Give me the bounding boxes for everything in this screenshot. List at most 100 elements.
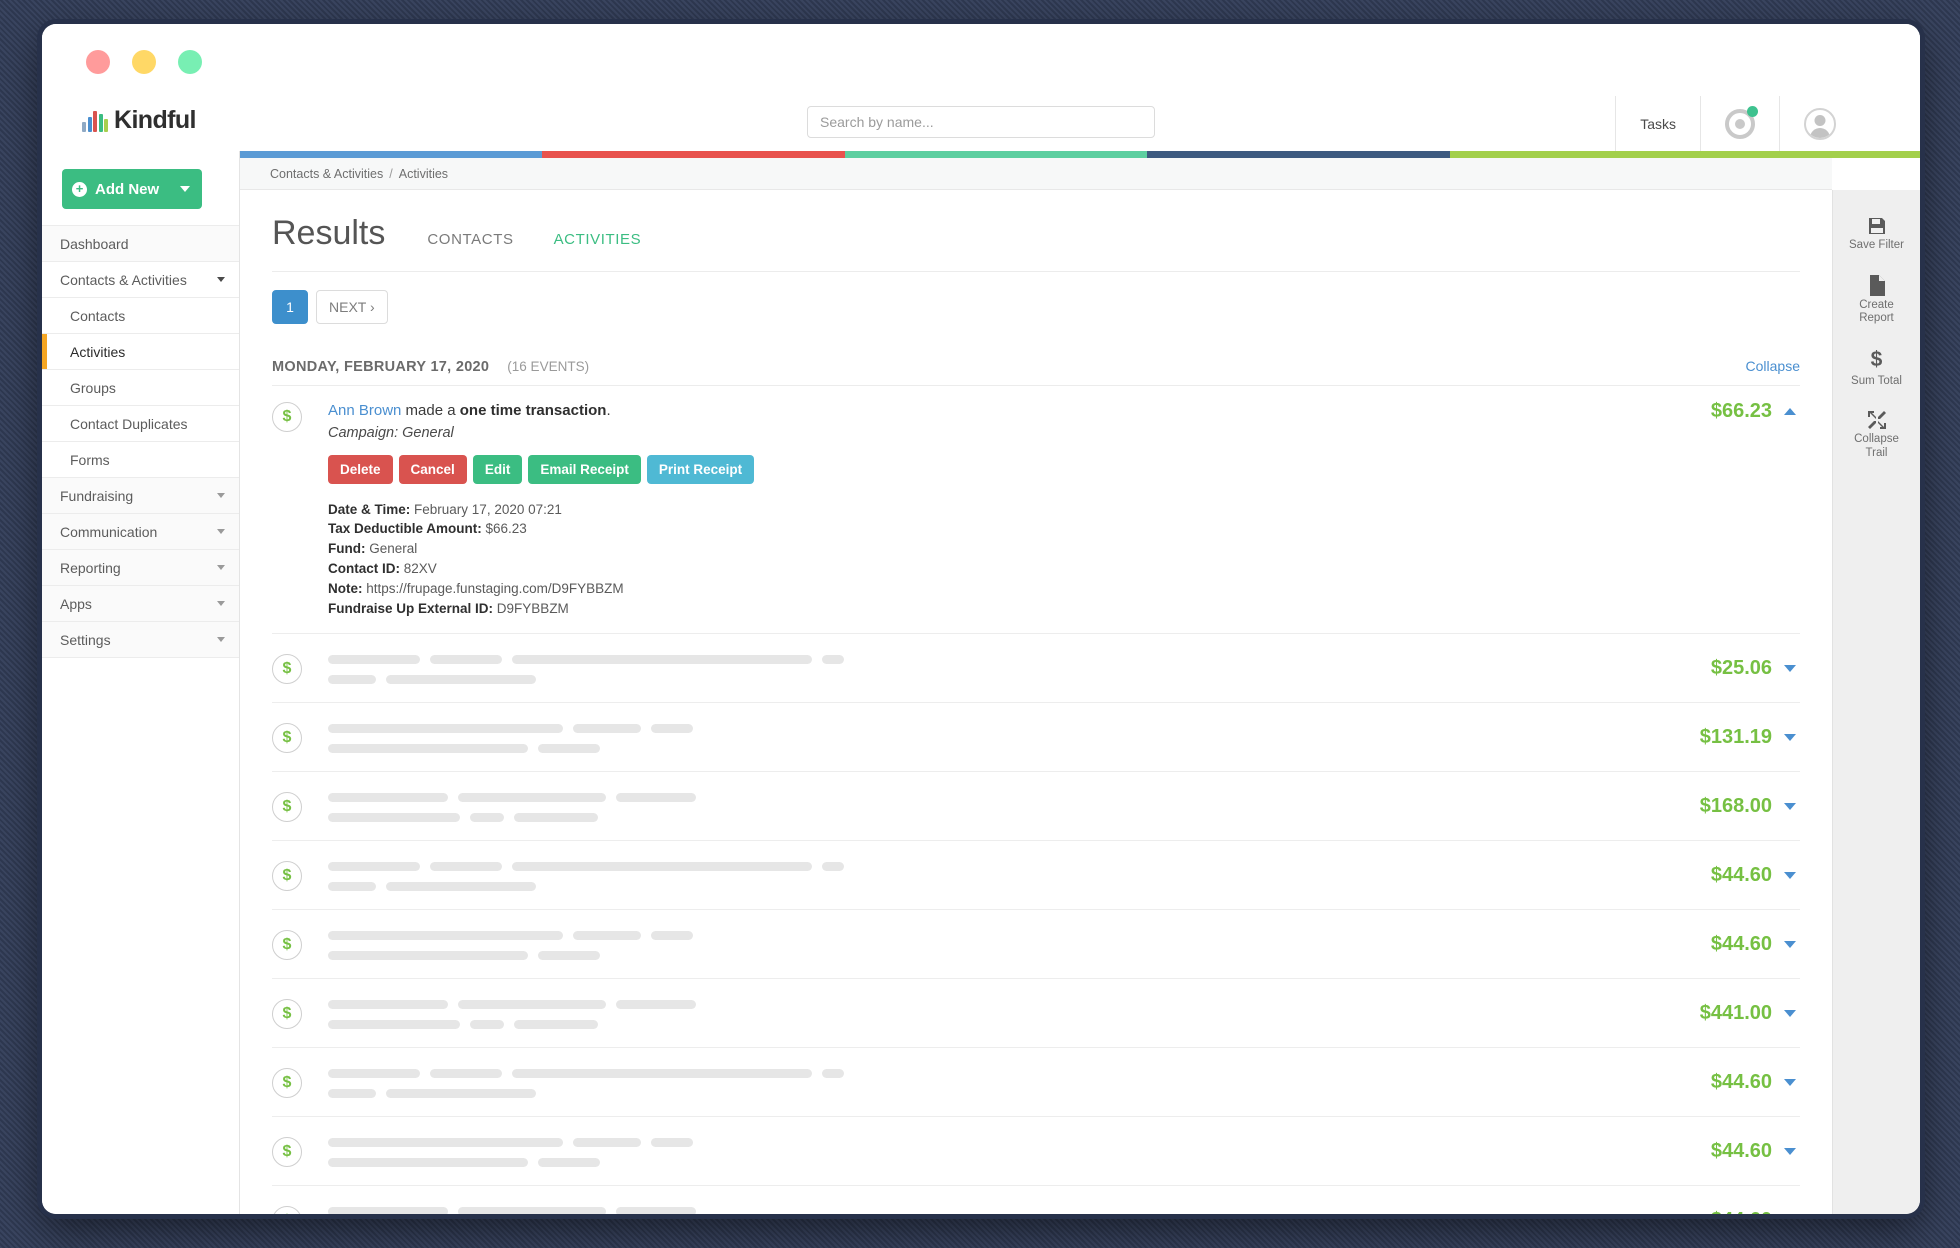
activity-row[interactable]: $ $44.60 bbox=[272, 910, 1800, 980]
notifications-button[interactable] bbox=[1700, 96, 1779, 151]
chevron-down-icon[interactable] bbox=[1784, 733, 1796, 741]
placeholder-line bbox=[328, 792, 1610, 802]
placeholder-bar bbox=[573, 723, 641, 733]
email-receipt-button[interactable]: Email Receipt bbox=[528, 454, 641, 484]
sidebar-item-dashboard[interactable]: Dashboard bbox=[42, 226, 239, 262]
detail-value: https://frupage.funstaging.com/D9FYBBZM bbox=[362, 581, 624, 597]
activity-details: Date & Time: February 17, 2020 07:21 Tax … bbox=[328, 500, 1610, 620]
sidebar-item-contact-duplicates[interactable]: Contact Duplicates bbox=[42, 406, 239, 442]
activity-amount: $131.19 bbox=[1699, 725, 1772, 748]
placeholder-bar bbox=[514, 1019, 598, 1029]
sidebar-item-contacts-activities[interactable]: Contacts & Activities bbox=[42, 262, 239, 298]
placeholder-line bbox=[328, 861, 1610, 871]
sidebar-item-forms[interactable]: Forms bbox=[42, 442, 239, 478]
detail-value: February 17, 2020 07:21 bbox=[410, 501, 562, 517]
sidebar-item-fundraising[interactable]: Fundraising bbox=[42, 478, 239, 514]
chevron-up-icon[interactable] bbox=[1784, 408, 1796, 415]
tab-activities[interactable]: ACTIVITIES bbox=[554, 231, 642, 252]
activity-row[interactable]: $ $44.60 bbox=[272, 1117, 1800, 1187]
chevron-down-icon[interactable] bbox=[1784, 940, 1796, 948]
detail-label: Fundraise Up External ID: bbox=[328, 601, 494, 617]
activity-row[interactable]: $ $25.06 bbox=[272, 634, 1800, 704]
placeholder-line bbox=[328, 654, 1610, 664]
activity-row[interactable]: $ $44.60 bbox=[272, 1186, 1800, 1214]
collapse-all-link[interactable]: Collapse bbox=[1746, 358, 1800, 374]
sidebar-item-activities[interactable]: Activities bbox=[42, 334, 239, 370]
activity-row[interactable]: $ $168.00 bbox=[272, 772, 1800, 842]
chevron-down-icon[interactable] bbox=[1784, 802, 1796, 810]
activity-row[interactable]: $ $44.60 bbox=[272, 841, 1800, 911]
account-menu-button[interactable] bbox=[1779, 96, 1860, 151]
collapse-trail-icon bbox=[1867, 410, 1887, 430]
edit-button[interactable]: Edit bbox=[472, 454, 523, 484]
placeholder-line bbox=[328, 812, 1610, 822]
search-input[interactable] bbox=[807, 106, 1155, 138]
delete-button[interactable]: Delete bbox=[328, 454, 393, 484]
sidebar-item-label: Activities bbox=[70, 343, 126, 360]
dollar-circle-icon: $ bbox=[272, 1137, 302, 1168]
placeholder-bar bbox=[512, 1068, 812, 1078]
kindful-logo[interactable]: Kindful bbox=[82, 106, 196, 135]
sidebar-item-label: Dashboard bbox=[60, 235, 129, 252]
placeholder-bar bbox=[328, 861, 420, 871]
tool-label: Save Filter bbox=[1849, 239, 1904, 251]
detail-value: D9FYBBZM bbox=[493, 601, 569, 617]
detail-value: General bbox=[365, 541, 418, 557]
activity-row-placeholder bbox=[302, 1136, 1610, 1167]
sidebar-item-settings[interactable]: Settings bbox=[42, 622, 239, 658]
activity-amount: $66.23 bbox=[1710, 400, 1772, 422]
tool-sum-total[interactable]: $ Sum Total bbox=[1833, 348, 1920, 388]
maximize-window-button[interactable] bbox=[178, 50, 202, 74]
activity-row-placeholder bbox=[302, 929, 1610, 960]
activity-row[interactable]: $ $44.60 bbox=[272, 1048, 1800, 1118]
chevron-down-icon[interactable] bbox=[1784, 1078, 1796, 1086]
placeholder-bar bbox=[430, 654, 502, 664]
dollar-circle-icon: $ bbox=[272, 792, 302, 823]
activity-row[interactable]: $ $131.19 bbox=[272, 703, 1800, 773]
chevron-down-icon[interactable] bbox=[1784, 1147, 1796, 1155]
cancel-button[interactable]: Cancel bbox=[398, 454, 467, 484]
chevron-down-icon bbox=[217, 637, 225, 642]
add-new-wrap: + Add New bbox=[42, 151, 239, 226]
placeholder-line bbox=[328, 1206, 1610, 1214]
add-new-button[interactable]: + Add New bbox=[62, 169, 202, 209]
minimize-window-button[interactable] bbox=[132, 50, 156, 74]
activity-actions: Delete Cancel Edit Email Receipt Print Recei… bbox=[328, 454, 1610, 484]
placeholder-bar bbox=[573, 930, 641, 940]
contact-name-link[interactable]: Ann Brown bbox=[328, 402, 401, 419]
next-page-button[interactable]: NEXT › bbox=[316, 290, 388, 324]
page-button-1[interactable]: 1 bbox=[272, 290, 308, 324]
activity-amount: $44.60 bbox=[1710, 863, 1772, 886]
detail-date-time: Date & Time: February 17, 2020 07:21 bbox=[328, 500, 1610, 520]
sidebar-nav: Dashboard Contacts & Activities Contacts Ac… bbox=[42, 226, 239, 658]
chevron-down-icon bbox=[217, 493, 225, 498]
chevron-down-icon[interactable] bbox=[1784, 871, 1796, 879]
placeholder-bar bbox=[328, 1157, 528, 1167]
sidebar-item-groups[interactable]: Groups bbox=[42, 370, 239, 406]
chevron-down-icon[interactable] bbox=[1784, 1009, 1796, 1017]
activity-row[interactable]: $ $441.00 bbox=[272, 979, 1800, 1049]
tab-contacts[interactable]: CONTACTS bbox=[427, 231, 513, 252]
sidebar-item-communication[interactable]: Communication bbox=[42, 514, 239, 550]
placeholder-bar bbox=[328, 950, 528, 960]
tool-collapse-trail[interactable]: Collapse Trail bbox=[1833, 410, 1920, 460]
detail-value: 82XV bbox=[400, 561, 437, 577]
close-window-button[interactable] bbox=[86, 50, 110, 74]
sidebar-item-apps[interactable]: Apps bbox=[42, 586, 239, 622]
activity-row-placeholder bbox=[302, 998, 1610, 1029]
tool-create-report[interactable]: Create Report bbox=[1833, 274, 1920, 326]
sidebar-item-reporting[interactable]: Reporting bbox=[42, 550, 239, 586]
sidebar-item-contacts[interactable]: Contacts bbox=[42, 298, 239, 334]
detail-contact-id: Contact ID: 82XV bbox=[328, 559, 1610, 579]
pagination: 1 NEXT › bbox=[240, 272, 1832, 324]
tool-save-filter[interactable]: Save Filter bbox=[1833, 216, 1920, 253]
activity-amount-col: $25.06 bbox=[1610, 657, 1800, 680]
detail-value: $66.23 bbox=[481, 521, 527, 537]
tasks-button[interactable]: Tasks bbox=[1615, 96, 1700, 151]
breadcrumb-current[interactable]: Activities bbox=[399, 167, 448, 181]
chevron-down-icon[interactable] bbox=[1784, 664, 1796, 672]
activity-row-body: Ann Brown made a one time transaction. Ca… bbox=[302, 400, 1610, 619]
color-stripe bbox=[240, 151, 1920, 158]
print-receipt-button[interactable]: Print Receipt bbox=[646, 454, 755, 484]
breadcrumb-parent[interactable]: Contacts & Activities bbox=[270, 167, 383, 181]
